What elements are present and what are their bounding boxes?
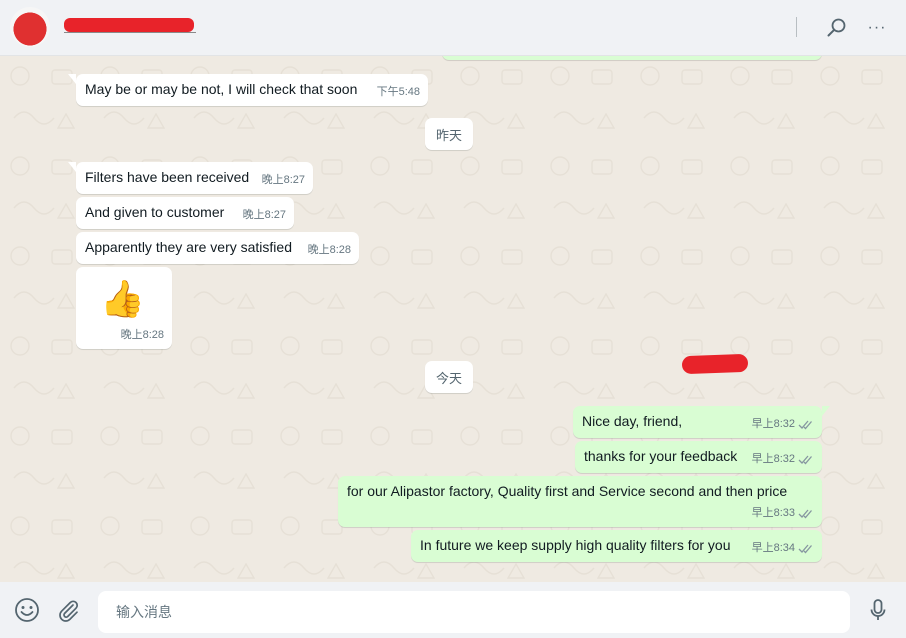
search-icon bbox=[827, 18, 846, 37]
message-input[interactable] bbox=[114, 603, 834, 621]
message-time: 晚上8:28 bbox=[307, 244, 351, 256]
attach-button[interactable] bbox=[54, 596, 82, 624]
date-divider-label: 昨天 bbox=[435, 127, 462, 143]
message-time: 下午5:48 bbox=[376, 86, 420, 98]
message-text: May be or may be not, I will check that … bbox=[85, 81, 358, 97]
message-time: 早上8:34 bbox=[751, 542, 795, 554]
voice-record-button[interactable] bbox=[864, 596, 892, 624]
message-time: 晚上8:27 bbox=[261, 174, 305, 186]
date-divider-today: 今天 bbox=[425, 361, 473, 393]
message-text: thanks for your feedback bbox=[584, 448, 738, 464]
double-check-icon bbox=[798, 420, 812, 430]
double-check-icon bbox=[798, 509, 812, 519]
contact-avatar[interactable] bbox=[10, 7, 50, 47]
more-menu-button[interactable]: ··· bbox=[863, 14, 891, 42]
message-time: 晚上8:28 bbox=[120, 329, 164, 341]
message-input-box[interactable] bbox=[98, 591, 850, 633]
chat-header: ··· bbox=[0, 0, 906, 56]
attach-icon bbox=[59, 600, 79, 622]
message-incoming[interactable]: And given to customer 晚上8:27 bbox=[76, 197, 294, 229]
message-list[interactable]: May be or may be not, I will check that … bbox=[0, 56, 906, 580]
message-incoming[interactable]: Apparently they are very satisfied 晚上8:2… bbox=[76, 232, 359, 264]
message-incoming-emoji[interactable]: 👍 晚上8:28 bbox=[76, 267, 172, 349]
emoji-icon bbox=[15, 598, 39, 622]
previous-message-edge bbox=[442, 56, 822, 60]
double-check-icon bbox=[798, 544, 812, 554]
message-time: 早上8:32 bbox=[751, 418, 795, 430]
message-text: for our Alipastor factory, Quality first… bbox=[347, 483, 788, 499]
message-time: 早上8:33 bbox=[751, 507, 795, 519]
composer-bar bbox=[0, 582, 906, 638]
contact-name-underline bbox=[64, 32, 196, 33]
redacted-name bbox=[681, 353, 749, 375]
message-text: In future we keep supply high quality fi… bbox=[420, 537, 731, 553]
message-outgoing[interactable]: thanks for your feedback 早上8:32 bbox=[575, 441, 822, 473]
header-divider bbox=[796, 17, 797, 37]
message-time: 早上8:32 bbox=[751, 453, 795, 465]
double-check-icon bbox=[798, 455, 812, 465]
message-text: Apparently they are very satisfied bbox=[85, 239, 292, 255]
date-divider-yesterday: 昨天 bbox=[425, 118, 473, 150]
message-text: And given to customer bbox=[85, 204, 225, 220]
date-divider-label: 今天 bbox=[435, 370, 462, 386]
thumbs-up-icon: 👍 bbox=[100, 278, 145, 319]
message-text: Filters have been received bbox=[85, 169, 250, 185]
message-outgoing[interactable]: Nice day, friend, 早上8:32 bbox=[573, 406, 830, 438]
message-time: 晚上8:27 bbox=[242, 209, 286, 221]
contact-name-redacted[interactable] bbox=[64, 18, 194, 32]
message-text: Nice day, friend, bbox=[582, 413, 683, 429]
message-outgoing[interactable]: for our Alipastor factory, Quality first… bbox=[338, 476, 822, 527]
mic-icon bbox=[870, 599, 886, 620]
emoji-button[interactable] bbox=[13, 596, 41, 624]
search-button[interactable] bbox=[823, 14, 851, 42]
message-outgoing[interactable]: In future we keep supply high quality fi… bbox=[411, 530, 822, 562]
message-incoming[interactable]: May be or may be not, I will check that … bbox=[68, 74, 428, 106]
more-icon: ··· bbox=[867, 19, 887, 36]
message-incoming[interactable]: Filters have been received 晚上8:27 bbox=[68, 162, 313, 194]
